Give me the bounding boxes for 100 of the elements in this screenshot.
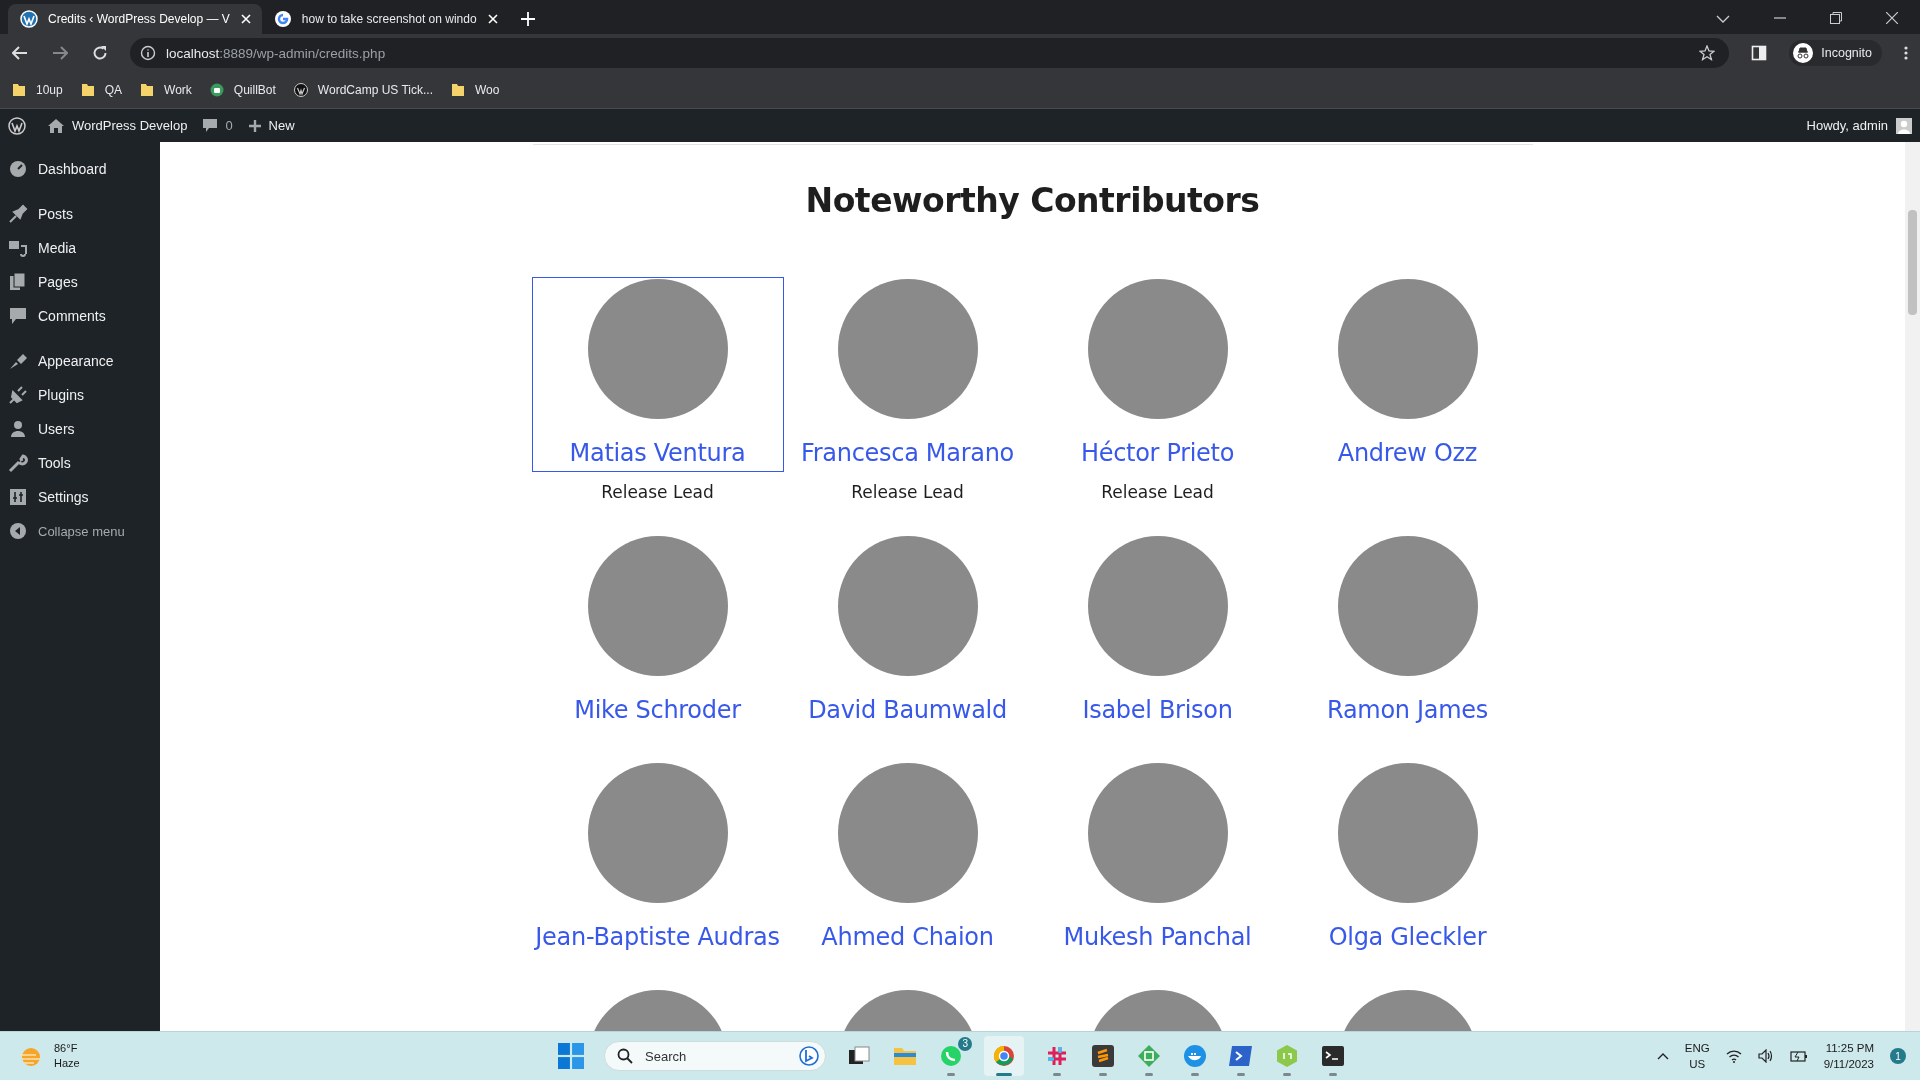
user-icon [8,419,28,439]
user-avatar-icon [1896,117,1912,134]
tab-title: how to take screenshot on windo [301,12,477,26]
contributor-link[interactable]: Isabel Brison [1031,534,1284,729]
notification-badge: 3 [958,1037,972,1051]
more-menu-icon[interactable] [1904,46,1908,60]
wifi-icon[interactable] [1725,1049,1742,1063]
pushpin-icon [8,204,28,224]
battery-charging-icon[interactable] [1789,1050,1808,1062]
tab-title: Credits ‹ WordPress Develop — V [48,12,230,26]
sidebar-menu-item[interactable]: Comments [0,299,160,333]
browser-tab[interactable]: Credits ‹ WordPress Develop — V [8,4,262,34]
robot-icon [209,82,224,98]
incognito-icon [1793,43,1814,63]
weather-condition: Haze [54,1056,80,1071]
sidebar-menu-item[interactable]: Posts [0,197,160,231]
temperature-text: 86°F [54,1041,79,1056]
clock-date[interactable]: 11:25 PM 9/11/2023 [1823,1039,1874,1073]
incognito-profile-button[interactable]: Incognito [1789,40,1882,66]
contributor-link[interactable]: David Baumwald [781,534,1034,729]
weather-widget[interactable]: 86°F Haze [18,1041,558,1071]
folder-icon [12,82,26,98]
paintbrush-icon [8,351,28,371]
wordpress-logo-icon[interactable] [8,116,26,135]
media-icon [8,238,28,258]
back-arrow-icon[interactable] [12,46,28,60]
pages-icon [8,272,28,292]
sidebar-menu-item[interactable]: Tools [0,446,160,480]
contributor-link[interactable]: Mike Schroder [531,534,784,729]
contributor-link[interactable]: Ahmed Chaion [781,761,1034,956]
terminal-prompt-icon[interactable] [1229,1044,1253,1068]
chevron-down-icon[interactable] [1716,14,1730,24]
bing-logo-icon [799,1046,819,1066]
contributor-role: Release Lead [1101,482,1214,502]
language-indicator[interactable]: ENG US [1684,1039,1710,1073]
contributor-link[interactable]: Olga Gleckler [1281,761,1534,956]
side-panel-icon[interactable] [1751,45,1768,61]
user-greeting-link[interactable]: Howdy, admin [1806,117,1912,134]
bookmark[interactable]: QuillBot [209,82,276,98]
wordpress-logo-icon [293,82,308,98]
contributor-link[interactable]: Matias Ventura [531,277,784,472]
sidebar-menu-item[interactable]: Appearance [0,344,160,378]
bookmark[interactable]: Work [140,82,192,98]
sidebar-menu-item[interactable]: Dashboard [0,152,160,186]
restore-icon[interactable] [1830,12,1842,24]
star-icon[interactable] [1699,45,1716,61]
plus-icon [248,119,261,132]
whale-icon[interactable] [1183,1044,1207,1068]
home-icon [48,118,64,133]
bookmark[interactable]: 10up [12,82,63,98]
dashboard-gauge-icon [8,159,28,179]
contributor-link[interactable]: Mukesh Panchal [1031,761,1284,956]
search-icon [617,1048,633,1064]
terminal-icon[interactable] [1321,1044,1345,1068]
bookmark[interactable]: Woo [451,82,500,98]
folder-icon [80,82,95,98]
contributor-link[interactable]: Francesca Marano [781,277,1034,472]
section-heading: Noteworthy Contributors [805,181,1260,220]
speech-bubble-icon [203,118,218,133]
new-tab-plus-icon[interactable] [520,12,535,26]
sidebar-menu-item[interactable]: Users [0,412,160,446]
wrench-icon [8,453,28,473]
hash-grid-icon[interactable] [1045,1044,1069,1068]
google-logo-icon [273,10,292,28]
sidebar-menu-item[interactable]: Pages [0,265,160,299]
left-arrow-circle-icon [8,521,28,541]
reload-icon[interactable] [92,45,108,61]
close-icon[interactable] [1886,12,1898,24]
new-content-link[interactable]: New [248,118,295,133]
bookmark[interactable]: WordCamp US Tick... [293,82,433,98]
contributor-link[interactable]: Héctor Prieto [1031,277,1284,472]
sidebar-menu-item[interactable]: Plugins [0,378,160,412]
sidebar-menu-item[interactable]: Settings [0,480,160,514]
contributor-link[interactable]: Ramon James [1281,534,1534,729]
browser-tab[interactable]: how to take screenshot on windo [261,4,509,34]
comments-link[interactable]: 0 [203,118,233,133]
info-icon [140,45,156,61]
folder-icon [451,82,465,98]
contributor-role: Release Lead [601,482,714,502]
wordpress-logo-icon [20,10,38,28]
notification-count-badge[interactable]: 1 [1890,1048,1906,1064]
taskbar-search-field[interactable]: Search [604,1041,826,1071]
contributor-link[interactable]: Andrew Ozz [1281,277,1534,472]
speech-bubble-icon [8,306,28,326]
address-bar[interactable]: localhost:8889/wp-admin/credits.php [130,38,1730,68]
browser-icon[interactable] [992,1044,1016,1068]
phone-chat-icon[interactable] [939,1044,963,1068]
site-name-link[interactable]: WordPress Develop [48,118,188,133]
bookmark[interactable]: QA [80,82,123,98]
url-text: localhost:8889/wp-admin/credits.php [166,45,386,61]
chevron-up-icon[interactable] [1656,1052,1669,1060]
sliders-icon [8,487,28,507]
forward-arrow-icon[interactable] [52,46,68,60]
close-icon[interactable] [239,13,252,25]
contributor-link[interactable]: Jean-Baptiste Audras [531,761,784,956]
sidebar-menu-item[interactable]: Media [0,231,160,265]
collapse-menu-button[interactable]: Collapse menu [0,514,160,548]
plug-icon [8,385,28,405]
speaker-icon[interactable] [1757,1049,1774,1063]
scrollbar[interactable] [1905,142,1920,1031]
